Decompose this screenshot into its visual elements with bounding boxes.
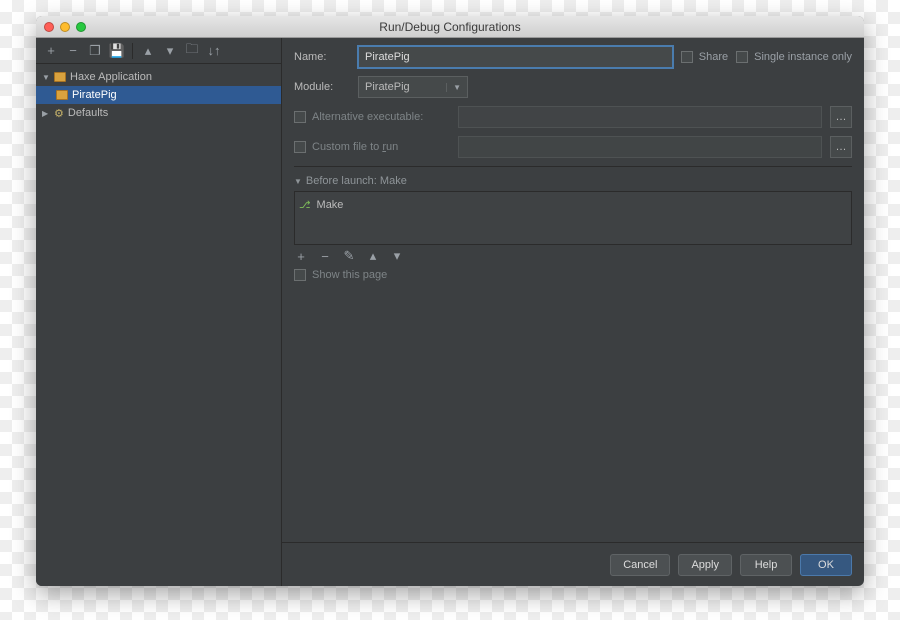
expand-icon: ▶ bbox=[42, 109, 50, 118]
row-name: Name: Share Single instance only bbox=[294, 46, 852, 68]
before-launch-toolbar: + − ✎ ▴ ▾ bbox=[294, 245, 852, 269]
move-down-icon[interactable]: ▾ bbox=[390, 249, 404, 263]
checkbox-icon bbox=[294, 269, 306, 281]
custom-file-browse-button[interactable]: … bbox=[830, 136, 852, 158]
module-value: PiratePig bbox=[365, 81, 410, 93]
add-icon[interactable]: + bbox=[294, 249, 308, 263]
tree-node-label: Haxe Application bbox=[70, 71, 152, 83]
tree-node-label: Defaults bbox=[68, 107, 108, 119]
apply-button[interactable]: Apply bbox=[678, 554, 732, 576]
move-up-icon[interactable]: ▴ bbox=[366, 249, 380, 263]
name-input[interactable] bbox=[358, 46, 673, 68]
show-this-page-label: Show this page bbox=[312, 269, 387, 281]
row-module: Module: PiratePig ▼ bbox=[294, 76, 852, 98]
config-form: Name: Share Single instance only Module:… bbox=[282, 38, 864, 281]
window-title: Run/Debug Configurations bbox=[36, 20, 864, 34]
collapse-icon: ▼ bbox=[42, 73, 50, 82]
custom-file-input bbox=[458, 136, 822, 158]
dialog-body: + − ❐ 💾 ▴ ▾ 🗀 ↓↑ ▼ Haxe Application Pira bbox=[36, 38, 864, 586]
config-tree: ▼ Haxe Application PiratePig ▶ ⚙ Default… bbox=[36, 64, 281, 586]
alt-exec-checkbox[interactable]: Alternative executable: bbox=[294, 111, 450, 123]
alt-exec-input bbox=[458, 106, 822, 128]
tree-node-piratepig[interactable]: PiratePig bbox=[36, 86, 281, 104]
titlebar: Run/Debug Configurations bbox=[36, 16, 864, 38]
alt-exec-label: Alternative executable: bbox=[312, 111, 423, 123]
move-down-icon[interactable]: ▾ bbox=[163, 44, 177, 58]
module-label: Module: bbox=[294, 81, 350, 93]
dialog-footer: Cancel Apply Help OK bbox=[282, 542, 864, 586]
make-icon: ⎇ bbox=[299, 200, 311, 211]
toolbar-separator bbox=[132, 43, 133, 59]
sort-icon[interactable]: ↓↑ bbox=[207, 44, 221, 58]
show-this-page-checkbox[interactable]: Show this page bbox=[294, 269, 852, 281]
add-icon[interactable]: + bbox=[44, 44, 58, 58]
checkbox-icon bbox=[736, 51, 748, 63]
name-label: Name: bbox=[294, 51, 350, 63]
help-button[interactable]: Help bbox=[740, 554, 792, 576]
cancel-button[interactable]: Cancel bbox=[610, 554, 670, 576]
tree-node-haxe-application[interactable]: ▼ Haxe Application bbox=[36, 68, 281, 86]
custom-file-label: Custom file to run bbox=[312, 141, 398, 153]
row-custom-file: Custom file to run … bbox=[294, 136, 852, 158]
ok-button[interactable]: OK bbox=[800, 554, 852, 576]
list-item-label: Make bbox=[317, 199, 344, 211]
sidebar: + − ❐ 💾 ▴ ▾ 🗀 ↓↑ ▼ Haxe Application Pira bbox=[36, 38, 282, 586]
tree-node-label: PiratePig bbox=[72, 89, 117, 101]
config-icon bbox=[56, 90, 68, 100]
row-alt-exec: Alternative executable: … bbox=[294, 106, 852, 128]
before-launch-list[interactable]: ⎇ Make bbox=[294, 191, 852, 245]
tree-node-defaults[interactable]: ▶ ⚙ Defaults bbox=[36, 104, 281, 122]
move-up-icon[interactable]: ▴ bbox=[141, 44, 155, 58]
module-select[interactable]: PiratePig ▼ bbox=[358, 76, 468, 98]
edit-icon[interactable]: ✎ bbox=[342, 249, 356, 263]
chevron-down-icon: ▼ bbox=[446, 83, 461, 92]
save-icon[interactable]: 💾 bbox=[110, 44, 124, 58]
checkbox-icon bbox=[294, 111, 306, 123]
separator bbox=[294, 166, 852, 167]
checkbox-icon bbox=[294, 141, 306, 153]
sidebar-toolbar: + − ❐ 💾 ▴ ▾ 🗀 ↓↑ bbox=[36, 38, 281, 64]
dialog-window: Run/Debug Configurations + − ❐ 💾 ▴ ▾ 🗀 ↓… bbox=[36, 16, 864, 586]
main-panel: Name: Share Single instance only Module:… bbox=[282, 38, 864, 586]
collapse-icon: ▼ bbox=[294, 177, 302, 186]
list-item[interactable]: ⎇ Make bbox=[299, 196, 847, 214]
before-launch-header[interactable]: ▼ Before launch: Make bbox=[294, 175, 852, 187]
share-label: Share bbox=[699, 51, 728, 63]
gear-icon: ⚙ bbox=[54, 107, 64, 120]
before-launch-label: Before launch: Make bbox=[306, 175, 407, 187]
custom-file-checkbox[interactable]: Custom file to run bbox=[294, 141, 450, 153]
remove-icon[interactable]: − bbox=[66, 44, 80, 58]
alt-exec-browse-button[interactable]: … bbox=[830, 106, 852, 128]
remove-icon[interactable]: − bbox=[318, 249, 332, 263]
single-instance-checkbox[interactable]: Single instance only bbox=[736, 51, 852, 63]
folder-icon[interactable]: 🗀 bbox=[185, 44, 199, 58]
copy-icon[interactable]: ❐ bbox=[88, 44, 102, 58]
share-checkbox[interactable]: Share bbox=[681, 51, 728, 63]
checkbox-icon bbox=[681, 51, 693, 63]
single-instance-label: Single instance only bbox=[754, 51, 852, 63]
app-type-icon bbox=[54, 72, 66, 82]
